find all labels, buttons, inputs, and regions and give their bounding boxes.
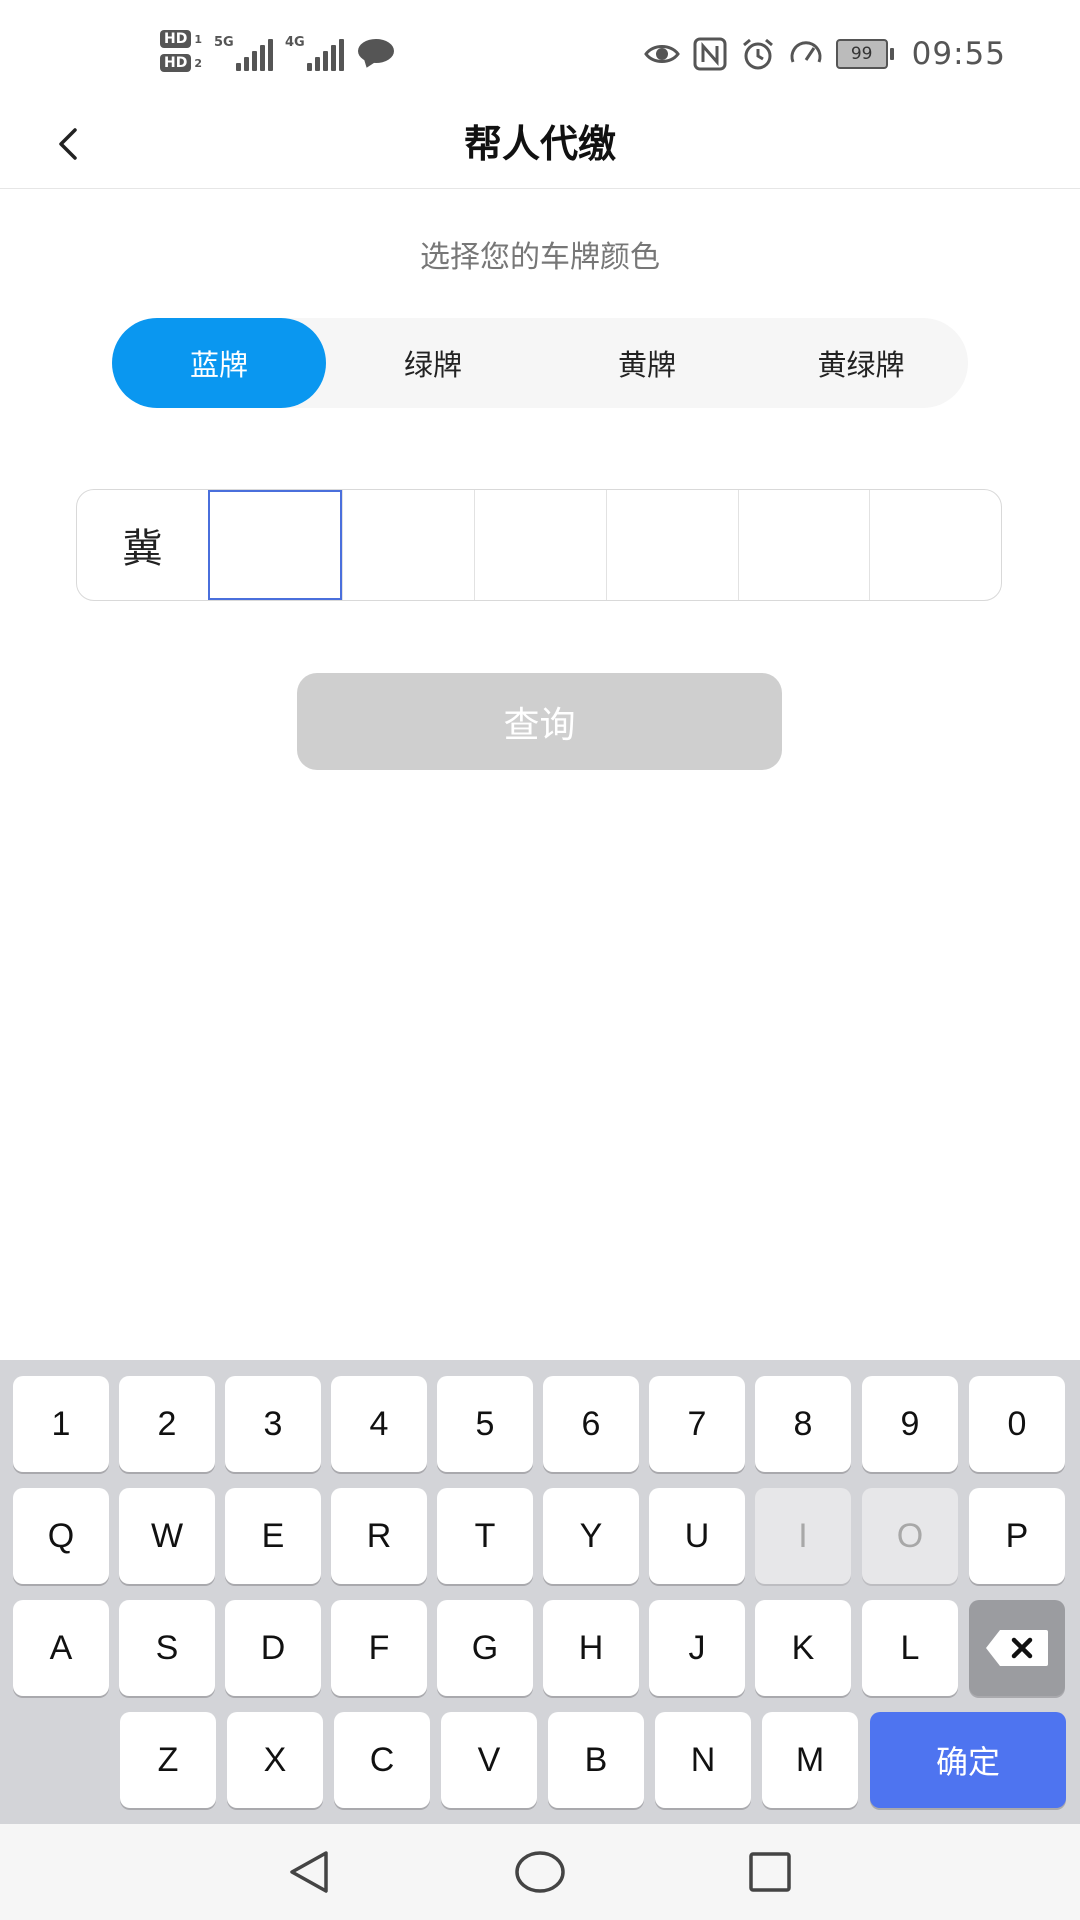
sim1-number: 1 — [194, 32, 202, 46]
key-o-disabled: O — [862, 1488, 958, 1584]
nfc-icon — [693, 37, 727, 71]
sim1-indicator: HD 1 — [160, 30, 202, 48]
sim1-hd-label: HD — [160, 30, 192, 48]
nav-recents-icon — [749, 1852, 791, 1892]
plate-char-cell-6[interactable] — [869, 490, 1001, 600]
key-s[interactable]: S — [119, 1600, 215, 1696]
signal-5g-icon: 5G — [214, 31, 273, 71]
status-bar-left: HD 1 HD 2 5G 4G — [160, 26, 394, 76]
key-7[interactable]: 7 — [649, 1376, 745, 1472]
key-x[interactable]: X — [227, 1712, 323, 1808]
query-button[interactable]: 查询 — [297, 673, 782, 770]
plate-number-input: 冀 — [76, 489, 1002, 601]
page-title: 帮人代缴 — [463, 122, 616, 166]
plate-char-cell-1[interactable] — [207, 490, 343, 600]
key-4[interactable]: 4 — [331, 1376, 427, 1472]
key-5[interactable]: 5 — [437, 1376, 533, 1472]
plate-color-selector: 蓝牌 绿牌 黄牌 黄绿牌 — [112, 318, 968, 408]
key-r[interactable]: R — [331, 1488, 427, 1584]
key-6[interactable]: 6 — [543, 1376, 639, 1472]
plate-province-cell[interactable]: 冀 — [77, 490, 208, 600]
key-i-disabled: I — [755, 1488, 851, 1584]
plate-color-yellow[interactable]: 黄牌 — [540, 318, 754, 408]
nav-recents-button[interactable] — [742, 1844, 798, 1900]
battery-icon: 99 — [835, 39, 894, 69]
plate-color-prompt: 选择您的车牌颜色 — [420, 240, 660, 275]
message-icon — [358, 39, 394, 63]
key-c[interactable]: C — [334, 1712, 430, 1808]
nav-home-button[interactable] — [512, 1844, 568, 1900]
key-0[interactable]: 0 — [969, 1376, 1065, 1472]
key-n[interactable]: N — [655, 1712, 751, 1808]
status-bar: HD 1 HD 2 5G 4G 99 09:55 — [0, 0, 1080, 100]
key-g[interactable]: G — [437, 1600, 533, 1696]
key-j[interactable]: J — [649, 1600, 745, 1696]
plate-color-yellow-green[interactable]: 黄绿牌 — [754, 318, 968, 408]
sim2-hd-label: HD — [160, 54, 192, 72]
plate-color-blue[interactable]: 蓝牌 — [112, 318, 326, 408]
key-u[interactable]: U — [649, 1488, 745, 1584]
plate-char-cell-3[interactable] — [474, 490, 606, 600]
key-y[interactable]: Y — [543, 1488, 639, 1584]
speed-icon — [790, 41, 822, 63]
nav-back-button[interactable] — [281, 1844, 337, 1900]
key-9[interactable]: 9 — [862, 1376, 958, 1472]
plate-color-green[interactable]: 绿牌 — [326, 318, 540, 408]
key-q[interactable]: Q — [13, 1488, 109, 1584]
nav-home-icon — [515, 1851, 565, 1893]
key-p[interactable]: P — [969, 1488, 1065, 1584]
sim-indicators: HD 1 HD 2 — [160, 30, 202, 72]
key-b[interactable]: B — [548, 1712, 644, 1808]
key-2[interactable]: 2 — [119, 1376, 215, 1472]
network-4g-label: 4G — [285, 35, 305, 50]
network-5g-label: 5G — [214, 35, 234, 50]
plate-char-cell-5[interactable] — [737, 490, 870, 600]
nav-back-icon — [290, 1851, 328, 1893]
status-bar-right: 99 09:55 — [643, 30, 1006, 78]
key-d[interactable]: D — [225, 1600, 321, 1696]
plate-keyboard: 1 2 3 4 5 6 7 8 9 0 Q W E R T Y U I O P … — [0, 1360, 1080, 1824]
plate-char-cell-4[interactable] — [605, 490, 738, 600]
key-f[interactable]: F — [331, 1600, 427, 1696]
key-l[interactable]: L — [862, 1600, 958, 1696]
confirm-button[interactable]: 确定 — [870, 1712, 1066, 1808]
plate-char-cell-2[interactable] — [342, 490, 474, 600]
delete-button[interactable] — [969, 1600, 1065, 1696]
page-header: 帮人代缴 — [0, 100, 1080, 189]
key-z[interactable]: Z — [120, 1712, 216, 1808]
key-t[interactable]: T — [437, 1488, 533, 1584]
key-k[interactable]: K — [755, 1600, 851, 1696]
key-e[interactable]: E — [225, 1488, 321, 1584]
signal-4g-icon: 4G — [285, 31, 344, 71]
key-m[interactable]: M — [762, 1712, 858, 1808]
key-h[interactable]: H — [543, 1600, 639, 1696]
system-nav-bar — [0, 1824, 1080, 1920]
battery-level: 99 — [835, 39, 888, 69]
key-8[interactable]: 8 — [755, 1376, 851, 1472]
alarm-icon — [742, 38, 773, 70]
status-time: 09:55 — [911, 36, 1006, 72]
sim2-number: 2 — [194, 56, 202, 70]
key-v[interactable]: V — [441, 1712, 537, 1808]
backspace-icon — [986, 1630, 1048, 1666]
sim2-indicator: HD 2 — [160, 54, 202, 72]
key-w[interactable]: W — [119, 1488, 215, 1584]
eye-icon — [643, 45, 680, 63]
key-a[interactable]: A — [13, 1600, 109, 1696]
key-1[interactable]: 1 — [13, 1376, 109, 1472]
key-3[interactable]: 3 — [225, 1376, 321, 1472]
